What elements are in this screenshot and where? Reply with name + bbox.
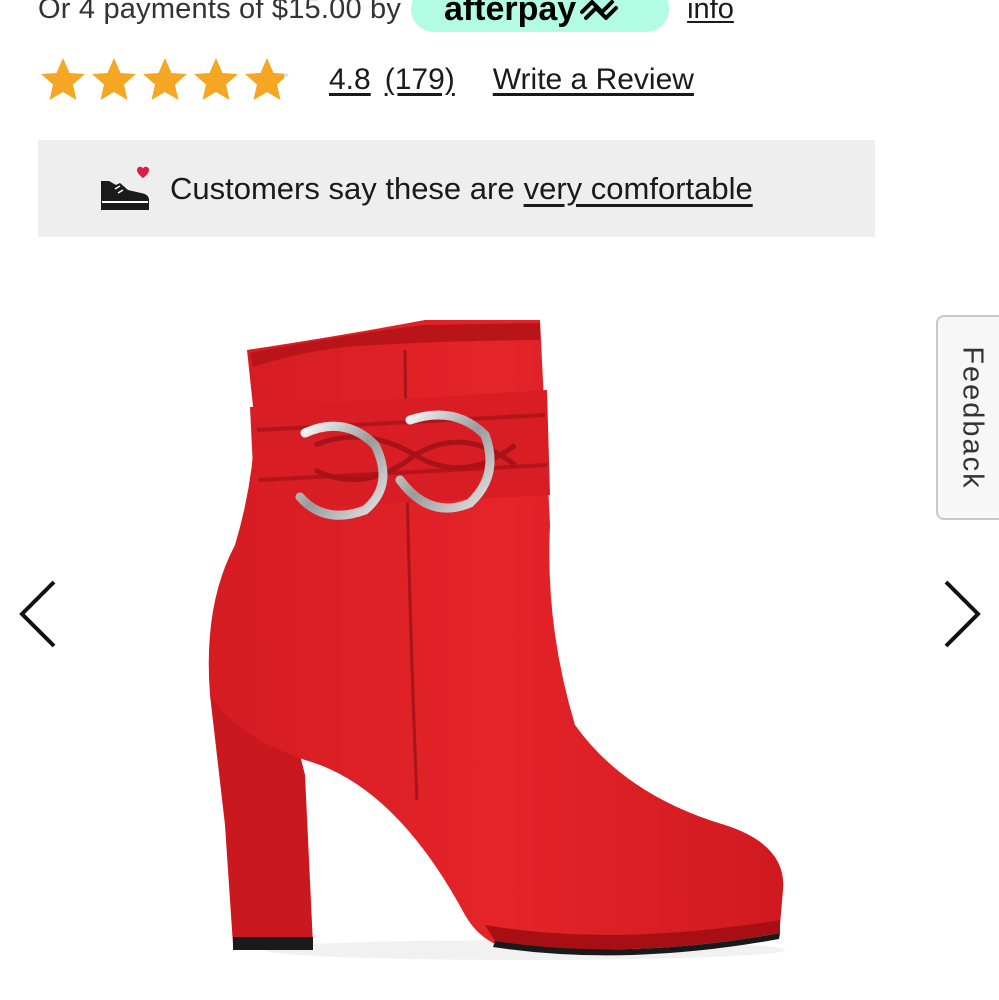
comfort-link[interactable]: very comfortable	[524, 171, 753, 207]
payments-text: Or 4 payments of $15.00 by	[38, 0, 402, 25]
product-image[interactable]	[195, 305, 795, 965]
sneaker-heart-icon	[101, 166, 149, 210]
feedback-tab[interactable]: Feedback	[936, 315, 999, 520]
feedback-label: Feedback	[956, 345, 989, 490]
comfort-text: Customers say these are	[170, 170, 515, 206]
star-rating	[38, 55, 294, 105]
afterpay-info-link[interactable]: info	[687, 0, 734, 26]
star-partial-icon	[245, 58, 289, 100]
star-icon	[92, 58, 136, 100]
afterpay-badge[interactable]: afterpay	[411, 0, 670, 32]
comfort-banner: Customers say these are very comfortable	[38, 140, 875, 237]
afterpay-logo-text: afterpay	[443, 0, 577, 28]
afterpay-row: Or 4 payments of $15.00 by afterpay info	[38, 0, 734, 32]
star-icon	[41, 58, 85, 100]
review-count[interactable]: (179)	[385, 63, 455, 97]
star-icon	[194, 58, 238, 100]
chevron-left-icon[interactable]	[16, 578, 60, 650]
chevron-right-icon[interactable]	[940, 578, 984, 650]
write-review-link[interactable]: Write a Review	[493, 63, 694, 97]
rating-row: 4.8 (179) Write a Review	[38, 54, 694, 106]
rating-value[interactable]: 4.8	[329, 63, 371, 97]
afterpay-arrows-icon	[580, 0, 619, 20]
star-icon	[143, 58, 187, 100]
